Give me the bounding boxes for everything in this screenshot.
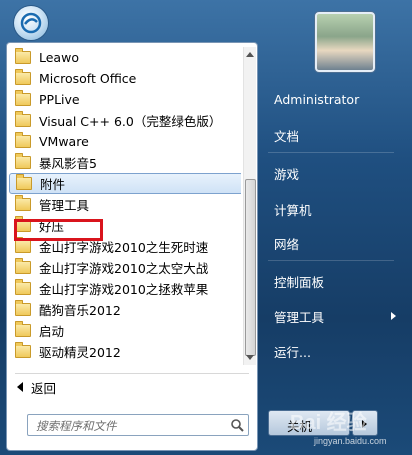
- all-programs-list: Leawo Microsoft Office PPLive Visual C++ 6.…: [9, 47, 241, 369]
- program-folder-label: Microsoft Office: [39, 71, 137, 86]
- search-input[interactable]: 搜索程序和文件: [27, 414, 249, 436]
- program-folder-label: 管理工具: [39, 198, 90, 213]
- submenu-arrow-icon: [391, 312, 396, 320]
- folder-icon: [15, 69, 31, 85]
- program-folder-item[interactable]: Visual C++ 6.0（完整绿色版）: [9, 110, 241, 131]
- program-folder-label: 驱动精灵2012: [39, 345, 121, 360]
- right-divider: [268, 152, 394, 153]
- program-folder-item[interactable]: VMware: [9, 131, 241, 152]
- program-folder-label: VMware: [39, 134, 89, 149]
- program-folder-item[interactable]: 驱动精灵2012: [9, 341, 241, 362]
- folder-icon: [15, 342, 31, 358]
- folder-icon: [15, 237, 31, 253]
- program-folder-item[interactable]: Microsoft Office: [9, 68, 241, 89]
- folder-icon: [15, 90, 31, 106]
- search-placeholder: 搜索程序和文件: [36, 419, 117, 433]
- watermark-logo: Bai 经验: [290, 412, 367, 434]
- back-button[interactable]: 返回: [17, 377, 56, 397]
- program-folder-label: 酷狗音乐2012: [39, 303, 121, 318]
- program-folder-item[interactable]: 启动: [9, 320, 241, 341]
- divider: [15, 373, 249, 374]
- program-folder-item[interactable]: 管理工具: [9, 194, 241, 215]
- program-folder-item[interactable]: 暴风影音5: [9, 152, 241, 173]
- highlight-annotation: [14, 219, 103, 241]
- search-icon: [231, 419, 244, 432]
- folder-icon: [15, 279, 31, 295]
- program-folder-item[interactable]: Leawo: [9, 47, 241, 68]
- scrollbar-thumb[interactable]: [245, 179, 256, 356]
- watermark-site: jingyan.baidu.com: [314, 436, 387, 446]
- scroll-up-arrow-icon[interactable]: [245, 49, 255, 59]
- program-folder-label: 暴风影音5: [39, 156, 97, 171]
- programs-scrollbar[interactable]: [243, 47, 256, 365]
- folder-icon: [15, 195, 31, 211]
- right-divider: [268, 260, 394, 261]
- program-folder-label: 金山打字游戏2010之太空大战: [39, 261, 209, 276]
- admin-tools-link[interactable]: 管理工具: [274, 307, 324, 326]
- folder-icon: [16, 174, 32, 190]
- run-link[interactable]: 运行...: [274, 342, 311, 361]
- program-folder-label: 金山打字游戏2010之拯救苹果: [39, 282, 209, 297]
- user-name-link[interactable]: Administrator: [274, 92, 359, 107]
- documents-link[interactable]: 文档: [274, 126, 299, 145]
- start-menu: Leawo Microsoft Office PPLive Visual C++ 6.…: [0, 0, 412, 455]
- program-folder-label: 附件: [40, 177, 66, 192]
- control-panel-link[interactable]: 控制面板: [274, 272, 324, 291]
- folder-icon: [15, 153, 31, 169]
- right-pane: Administrator 文档 游戏 计算机 网络 控制面板 管理工具 运行.…: [262, 0, 412, 455]
- program-folder-label: Leawo: [39, 50, 79, 65]
- program-folder-label: 启动: [39, 324, 65, 339]
- folder-icon: [15, 321, 31, 337]
- folder-icon: [15, 258, 31, 274]
- program-folder-item[interactable]: 附件: [9, 173, 241, 194]
- folder-icon: [15, 111, 31, 127]
- start-orb-icon[interactable]: [14, 6, 48, 40]
- program-folder-item[interactable]: 金山打字游戏2010之太空大战: [9, 257, 241, 278]
- program-folder-item[interactable]: 金山打字游戏2010之拯救苹果: [9, 278, 241, 299]
- network-link[interactable]: 网络: [274, 234, 299, 253]
- folder-icon: [15, 132, 31, 148]
- games-link[interactable]: 游戏: [274, 164, 299, 183]
- folder-icon: [15, 48, 31, 64]
- watermark: Bai 经验 jingyan.baidu.com: [290, 402, 408, 452]
- scroll-down-arrow-icon[interactable]: [245, 353, 255, 363]
- folder-icon: [15, 300, 31, 316]
- back-label: 返回: [31, 380, 57, 396]
- programs-pane: Leawo Microsoft Office PPLive Visual C++ 6.…: [6, 42, 258, 451]
- user-avatar[interactable]: [315, 12, 375, 72]
- program-folder-label: Visual C++ 6.0（完整绿色版）: [39, 114, 222, 129]
- back-arrow-icon: [17, 382, 23, 392]
- program-folder-label: PPLive: [39, 92, 80, 107]
- program-folder-item[interactable]: 酷狗音乐2012: [9, 299, 241, 320]
- program-folder-item[interactable]: PPLive: [9, 89, 241, 110]
- computer-link[interactable]: 计算机: [274, 200, 312, 219]
